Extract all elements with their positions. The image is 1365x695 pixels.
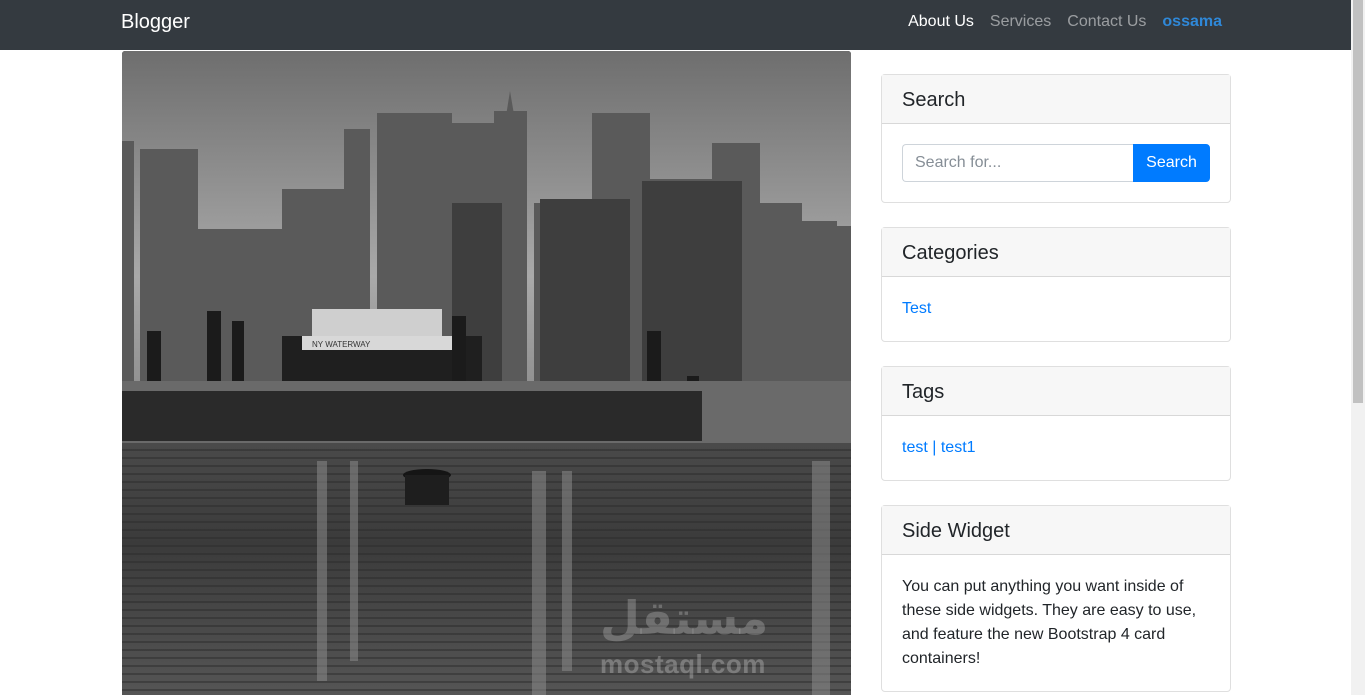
category-link-test[interactable]: Test xyxy=(902,300,931,317)
nav-menu: About Us Services Contact Us ossama xyxy=(908,12,1222,32)
tags-card: Tags test | test1 xyxy=(881,366,1231,481)
tag-link-test[interactable]: test xyxy=(902,439,928,456)
page-scrollbar[interactable] xyxy=(1351,0,1365,695)
tags-card-title: Tags xyxy=(882,367,1230,416)
top-navbar: Blogger About Us Services Contact Us oss… xyxy=(0,0,1351,50)
hero-image: NY WATERWAY مستقل mostaql.com xyxy=(122,51,851,695)
categories-list: Test xyxy=(882,277,1230,341)
side-widget-title: Side Widget xyxy=(882,506,1230,555)
search-button[interactable]: Search xyxy=(1133,144,1210,182)
brand-link[interactable]: Blogger xyxy=(121,11,190,34)
tags-list: test | test1 xyxy=(882,416,1230,480)
categories-card-title: Categories xyxy=(882,228,1230,277)
watermark-text: mostaql.com xyxy=(600,649,766,679)
watermark-arabic-logo: مستقل xyxy=(600,592,769,644)
search-input[interactable] xyxy=(902,144,1133,182)
tag-link-test1[interactable]: test1 xyxy=(941,439,976,456)
nav-contact-us[interactable]: Contact Us xyxy=(1067,12,1146,32)
nav-user-link[interactable]: ossama xyxy=(1162,12,1222,32)
nav-about-us[interactable]: About Us xyxy=(908,12,974,32)
svg-text:NY WATERWAY: NY WATERWAY xyxy=(312,340,371,349)
side-widget-text: You can put anything you want inside of … xyxy=(902,578,1197,667)
categories-card: Categories Test xyxy=(881,227,1231,342)
scrollbar-thumb[interactable] xyxy=(1353,0,1363,403)
search-group: Search xyxy=(902,144,1210,182)
nav-services[interactable]: Services xyxy=(990,12,1051,32)
side-widget-card: Side Widget You can put anything you wan… xyxy=(881,505,1231,692)
tag-separator: | xyxy=(932,439,937,456)
search-card: Search Search xyxy=(881,74,1231,203)
search-card-title: Search xyxy=(882,75,1230,124)
search-card-body: Search xyxy=(882,124,1230,202)
